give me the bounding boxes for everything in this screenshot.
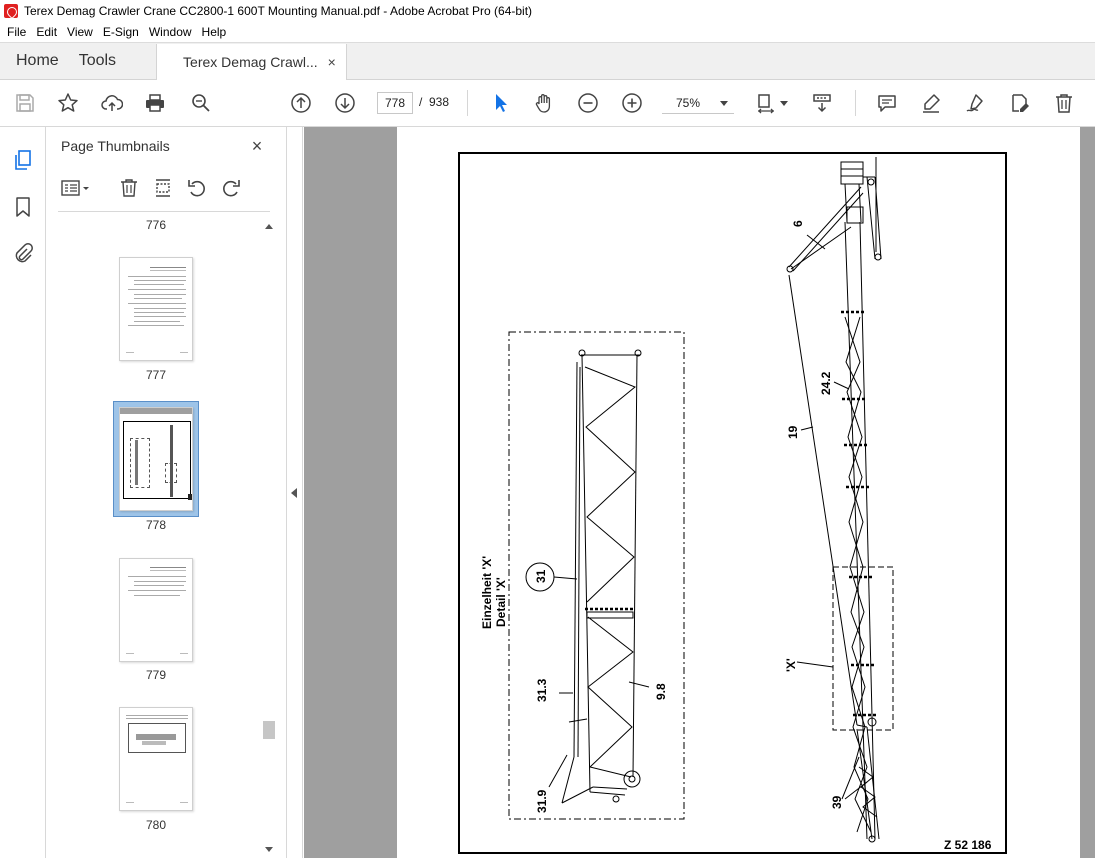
- insert-page-icon[interactable]: [150, 175, 176, 201]
- fit-page-chevron-icon[interactable]: [780, 101, 788, 106]
- left-navigation-rail: [0, 127, 46, 858]
- select-cursor-icon[interactable]: [487, 89, 515, 117]
- menu-help[interactable]: Help: [197, 25, 232, 39]
- cloud-upload-icon[interactable]: [98, 89, 126, 117]
- thumbnail-label: 777: [145, 368, 167, 382]
- detail-title-en: Detail 'X': [494, 577, 508, 627]
- bookmarks-icon[interactable]: [10, 194, 36, 220]
- thumbnail-label: 779: [145, 668, 167, 682]
- star-bookmark-icon[interactable]: [54, 89, 82, 117]
- scroll-down-icon[interactable]: [265, 847, 273, 852]
- callout-31: 31: [534, 569, 548, 583]
- collapse-arrow-icon: [291, 488, 297, 498]
- page-total: 938: [429, 95, 450, 109]
- fit-page-icon[interactable]: [752, 89, 780, 117]
- fill-sign-icon[interactable]: [961, 89, 989, 117]
- zoom-out-icon[interactable]: [574, 89, 602, 117]
- tab-home[interactable]: Home: [0, 43, 75, 79]
- menu-window[interactable]: Window: [144, 25, 197, 39]
- panel-title: Page Thumbnails: [61, 138, 170, 154]
- tab-bar: Home Tools Terex Demag Crawl... ×: [0, 42, 1095, 80]
- page-separator: /: [419, 95, 423, 109]
- thumbnail-list: 776 777 778 779 780: [46, 213, 287, 858]
- toolbar-divider: [855, 90, 856, 116]
- callout-x: 'X': [784, 658, 798, 672]
- delete-icon[interactable]: [1050, 89, 1078, 117]
- page-thumbnails-icon[interactable]: [10, 147, 36, 173]
- tab-document-label: Terex Demag Crawl...: [183, 54, 318, 70]
- menu-esign[interactable]: E-Sign: [98, 25, 144, 39]
- menu-view[interactable]: View: [62, 25, 98, 39]
- previous-page-icon[interactable]: [287, 89, 315, 117]
- next-page-icon[interactable]: [331, 89, 359, 117]
- page-number-input[interactable]: 778: [377, 92, 413, 114]
- toolbar-divider: [467, 90, 468, 116]
- menu-file[interactable]: File: [2, 25, 31, 39]
- highlight-pen-icon[interactable]: [917, 89, 945, 117]
- rotate-right-icon[interactable]: [218, 175, 244, 201]
- panel-divider: [58, 211, 270, 212]
- save-icon[interactable]: [11, 89, 39, 117]
- comment-icon[interactable]: [873, 89, 901, 117]
- document-viewport-margin: [1080, 127, 1095, 858]
- attachments-icon[interactable]: [10, 240, 36, 266]
- callout-19: 19: [786, 425, 800, 439]
- scroll-mode-icon[interactable]: [808, 89, 836, 117]
- tab-document[interactable]: Terex Demag Crawl... ×: [156, 44, 347, 80]
- callout-39: 39: [830, 795, 844, 809]
- thumbnail-scrollbar[interactable]: [262, 213, 276, 858]
- detail-title-de: Einzelheit 'X': [480, 556, 494, 629]
- thumbnail-label: 778: [145, 518, 167, 532]
- document-viewport[interactable]: 6 24.2 19 'X' 39 Einzelheit 'X' Detail '…: [304, 127, 1095, 858]
- drawing-number: Z 52 186: [944, 838, 992, 852]
- callout-9-8: 9.8: [654, 683, 668, 700]
- thumbnail-page-778[interactable]: [119, 407, 193, 511]
- thumbnail-label: 776: [145, 218, 167, 232]
- zoom-level-select[interactable]: 75%: [662, 92, 734, 114]
- tab-close-icon[interactable]: ×: [328, 54, 336, 70]
- zoom-in-icon[interactable]: [618, 89, 646, 117]
- zoom-level-value: 75%: [676, 96, 701, 110]
- main-toolbar: 778 / 938 75%: [0, 80, 1095, 127]
- menu-bar: File Edit View E-Sign Window Help: [0, 22, 1095, 42]
- thumbnail-page-779[interactable]: [119, 558, 193, 662]
- rotate-left-icon[interactable]: [184, 175, 210, 201]
- thumbnail-toolbar: [58, 175, 270, 201]
- callout-6: 6: [791, 220, 805, 227]
- page-thumbnails-panel: Page Thumbnails × 776 777 778 779 780: [46, 127, 287, 858]
- scroll-up-icon[interactable]: [265, 224, 273, 229]
- pdf-page-778: 6 24.2 19 'X' 39 Einzelheit 'X' Detail '…: [397, 127, 1080, 858]
- menu-edit[interactable]: Edit: [31, 25, 62, 39]
- close-panel-icon[interactable]: ×: [246, 135, 268, 157]
- callout-31-9: 31.9: [535, 789, 549, 813]
- print-icon[interactable]: [141, 89, 169, 117]
- hand-tool-icon[interactable]: [530, 89, 558, 117]
- thumbnail-label: 780: [145, 818, 167, 832]
- callout-24-2: 24.2: [819, 371, 833, 395]
- callout-31-3: 31.3: [535, 678, 549, 702]
- delete-page-icon[interactable]: [116, 175, 142, 201]
- title-bar: Terex Demag Crawler Crane CC2800-1 600T …: [0, 0, 1095, 22]
- edit-pdf-icon[interactable]: [1006, 89, 1034, 117]
- thumbnail-page-777[interactable]: [119, 257, 193, 361]
- chevron-down-icon: [720, 101, 728, 106]
- zoom-search-icon[interactable]: [187, 89, 215, 117]
- acrobat-app-icon: [4, 4, 18, 18]
- window-title: Terex Demag Crawler Crane CC2800-1 600T …: [24, 4, 533, 18]
- thumbnail-page-780[interactable]: [119, 707, 193, 811]
- scrollbar-thumb[interactable]: [263, 721, 275, 739]
- acrobat-window: Terex Demag Crawler Crane CC2800-1 600T …: [0, 0, 1095, 858]
- panel-collapse-handle[interactable]: [287, 127, 303, 858]
- tab-tools[interactable]: Tools: [75, 43, 132, 79]
- crane-technical-drawing: 6 24.2 19 'X' 39 Einzelheit 'X' Detail '…: [480, 157, 992, 852]
- thumbnail-options-icon[interactable]: [58, 175, 94, 201]
